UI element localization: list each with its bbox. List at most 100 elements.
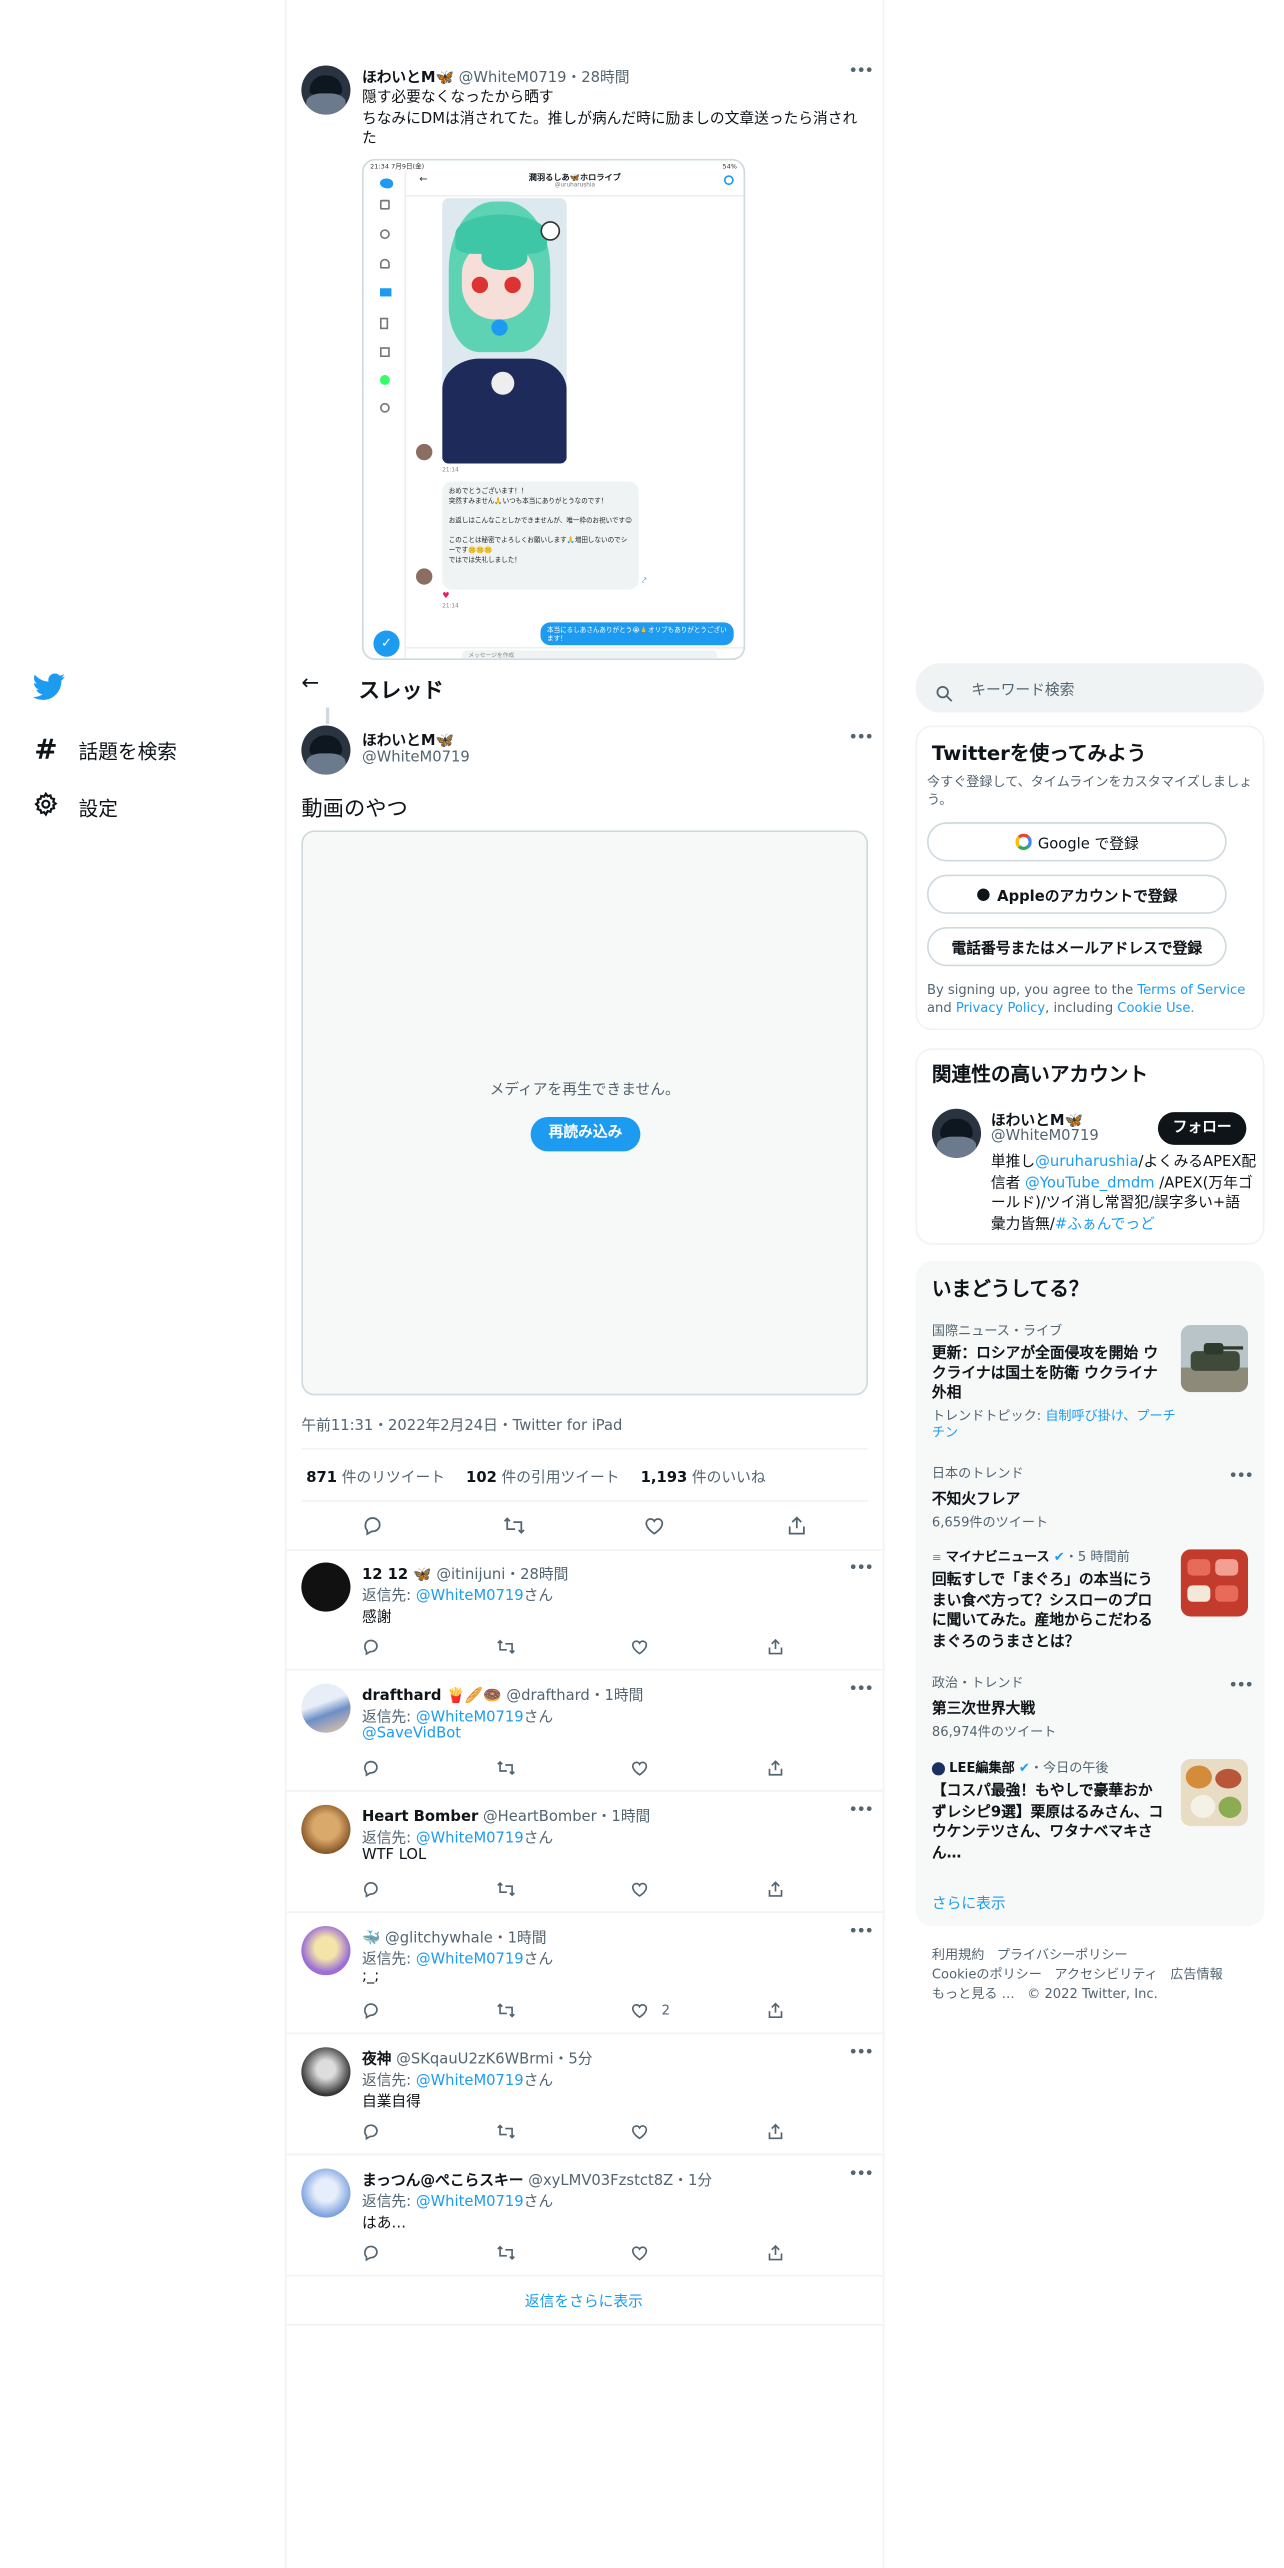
- display-name[interactable]: ほわいとM🦋: [362, 729, 454, 750]
- footer-link[interactable]: アクセシビリティ: [1054, 1967, 1157, 1982]
- user-handle[interactable]: @HeartBomber: [483, 1810, 597, 1826]
- reply-button[interactable]: [362, 2244, 380, 2262]
- twitter-logo-icon[interactable]: [32, 673, 66, 707]
- trend-item[interactable]: LEE編集部 ✔・今日の午後 【コスパ最強！もやしで豪華おか ずレシピ9選】栗原…: [931, 1759, 1169, 1864]
- tweet-time[interactable]: ・1分: [673, 2173, 712, 2189]
- share-button[interactable]: [786, 1515, 807, 1536]
- like-button[interactable]: [631, 2244, 662, 2262]
- retweet-button[interactable]: [496, 1759, 516, 1777]
- reply-button[interactable]: [362, 1638, 380, 1656]
- retweet-button[interactable]: [496, 2123, 516, 2141]
- mention-link[interactable]: @WhiteM0719: [416, 1710, 524, 1726]
- show-more-replies[interactable]: 返信をさらに表示: [285, 2290, 883, 2311]
- trend-item[interactable]: 日本のトレンド 不知火フレア 6,659件のツイート: [932, 1464, 1243, 1531]
- avatar[interactable]: [301, 725, 351, 775]
- tweet-image[interactable]: 21:34 7月9日(金) 54% ✓ ← 潤羽るしあ🦋ホロライブ @uruha…: [361, 158, 746, 661]
- share-button[interactable]: [766, 2001, 784, 2019]
- display-name[interactable]: Heart Bomber: [362, 1810, 478, 1826]
- footer-link[interactable]: 広告情報: [1170, 1967, 1222, 1982]
- relevant-name[interactable]: ほわいとM🦋: [991, 1109, 1083, 1130]
- user-handle[interactable]: @WhiteM0719: [362, 750, 470, 766]
- retweet-button[interactable]: [496, 1638, 516, 1656]
- tweet-time[interactable]: ・1時間: [590, 1689, 644, 1705]
- user-handle[interactable]: @SKqauU2zK6WBrmi: [396, 2052, 553, 2068]
- news-thumbnail[interactable]: [1180, 1758, 1249, 1827]
- user-handle[interactable]: @drafthard: [506, 1689, 589, 1705]
- more-icon[interactable]: •••: [1228, 1467, 1254, 1485]
- reply-tweet[interactable]: Heart Bomber @HeartBomber・1時間 ••• 返信先: @…: [284, 1792, 883, 1913]
- nav-settings[interactable]: 設定: [33, 791, 118, 824]
- mention-link[interactable]: @WhiteM0719: [416, 2195, 524, 2211]
- privacy-link[interactable]: Privacy Policy: [956, 1001, 1045, 1016]
- like-button[interactable]: [631, 1880, 662, 1898]
- avatar[interactable]: [301, 1926, 351, 1976]
- reply-tweet[interactable]: 12 12 🦋 @itinijuni・28時間 ••• 返信先: @WhiteM…: [284, 1549, 883, 1671]
- display-name[interactable]: 夜神: [362, 2052, 392, 2068]
- like-button[interactable]: [644, 1515, 665, 1536]
- user-handle[interactable]: @glitchywhale: [385, 1931, 493, 1947]
- share-button[interactable]: [766, 1638, 784, 1656]
- mention-link[interactable]: @WhiteM0719: [416, 1589, 524, 1605]
- avatar[interactable]: [301, 1562, 351, 1612]
- back-button[interactable]: ←: [301, 671, 319, 696]
- like-button[interactable]: [631, 1759, 662, 1777]
- user-handle[interactable]: @WhiteM0719: [459, 70, 567, 86]
- google-signup-button[interactable]: Google で登録: [926, 822, 1227, 862]
- retweet-button[interactable]: [503, 1515, 526, 1536]
- footer-link[interactable]: 利用規約: [932, 1947, 984, 1962]
- display-name[interactable]: drafthard 🍟🥖🍩: [362, 1689, 502, 1705]
- reply-button[interactable]: [362, 1880, 380, 1898]
- trend-item[interactable]: ≡ マイナビニュース ✔・5 時間前 回転すしで「まぐろ」の本当にう まい食べ方…: [932, 1548, 1169, 1653]
- tweet-timestamp[interactable]: 午前11:31・2022年2月24日・Twitter for iPad: [301, 1413, 622, 1434]
- reply-button[interactable]: [362, 2123, 380, 2141]
- footer-more-link[interactable]: もっと見る …: [932, 1987, 1015, 2002]
- more-icon[interactable]: •••: [848, 2165, 874, 2183]
- news-thumbnail[interactable]: [1180, 1549, 1249, 1617]
- mention-link[interactable]: @YouTube_dmdm: [1025, 1175, 1154, 1191]
- share-button[interactable]: [766, 1880, 784, 1898]
- search-input[interactable]: キーワード検索: [915, 663, 1265, 713]
- retweet-button[interactable]: [496, 1880, 516, 1898]
- reply-button[interactable]: [362, 2001, 380, 2019]
- share-button[interactable]: [766, 2244, 784, 2262]
- video-player[interactable]: メディアを再生できません。 再読み込み: [301, 830, 869, 1396]
- news-thumbnail[interactable]: [1180, 1324, 1249, 1393]
- user-handle[interactable]: @xyLMV03Fzstct8Z: [528, 2173, 673, 2189]
- more-icon[interactable]: •••: [848, 1680, 874, 1698]
- mention-link[interactable]: @WhiteM0719: [416, 1952, 524, 1968]
- footer-link[interactable]: Cookieのポリシー: [932, 1967, 1042, 1982]
- share-button[interactable]: [766, 1759, 784, 1777]
- reply-tweet[interactable]: drafthard 🍟🥖🍩 @drafthard・1時間 ••• 返信先: @W…: [284, 1671, 883, 1792]
- reply-tweet[interactable]: 🐳 @glitchywhale・1時間 ••• 返信先: @WhiteM0719…: [284, 1913, 883, 2035]
- like-button[interactable]: [631, 1638, 662, 1656]
- phone-signup-button[interactable]: 電話番号またはメールアドレスで登録: [926, 926, 1227, 967]
- tweet-time[interactable]: ・1時間: [597, 1810, 651, 1826]
- tweet-time[interactable]: ・1時間: [493, 1931, 547, 1947]
- avatar[interactable]: [301, 2168, 351, 2218]
- more-icon[interactable]: •••: [848, 1802, 874, 1820]
- more-icon[interactable]: •••: [848, 1559, 874, 1577]
- display-name[interactable]: まっつん@ぺこらスキー: [362, 2173, 524, 2189]
- hashtag-link[interactable]: #ふぁんでっど: [1055, 1216, 1155, 1232]
- quote-count[interactable]: 102 件の引用ツイート: [466, 1471, 619, 1487]
- reply-button[interactable]: [362, 1515, 383, 1536]
- more-icon[interactable]: •••: [1228, 1677, 1254, 1695]
- mention-link[interactable]: @WhiteM0719: [416, 2073, 524, 2089]
- terms-link[interactable]: Terms of Service: [1137, 983, 1245, 998]
- display-name[interactable]: ほわいとM🦋: [362, 70, 454, 86]
- display-name[interactable]: 12 12 🦋: [362, 1567, 432, 1583]
- reply-tweet[interactable]: まっつん@ぺこらスキー @xyLMV03Fzstct8Z・1分 ••• 返信先:…: [284, 2155, 883, 2277]
- footer-link[interactable]: プライバシーポリシー: [997, 1947, 1128, 1962]
- display-name[interactable]: 🐳: [362, 1931, 380, 1947]
- tweet-time[interactable]: ・5分: [554, 2052, 593, 2068]
- tweet-time[interactable]: ・28時間: [505, 1567, 568, 1583]
- share-button[interactable]: [766, 2123, 784, 2141]
- avatar[interactable]: [301, 65, 351, 115]
- reload-button[interactable]: 再読み込み: [530, 1116, 641, 1152]
- retweet-button[interactable]: [496, 2001, 516, 2019]
- avatar[interactable]: [301, 1683, 351, 1733]
- like-button[interactable]: [631, 2123, 662, 2141]
- reply-button[interactable]: [362, 1759, 380, 1777]
- tweet-time[interactable]: ・28時間: [566, 70, 629, 86]
- relevant-handle[interactable]: @WhiteM0719: [991, 1128, 1099, 1144]
